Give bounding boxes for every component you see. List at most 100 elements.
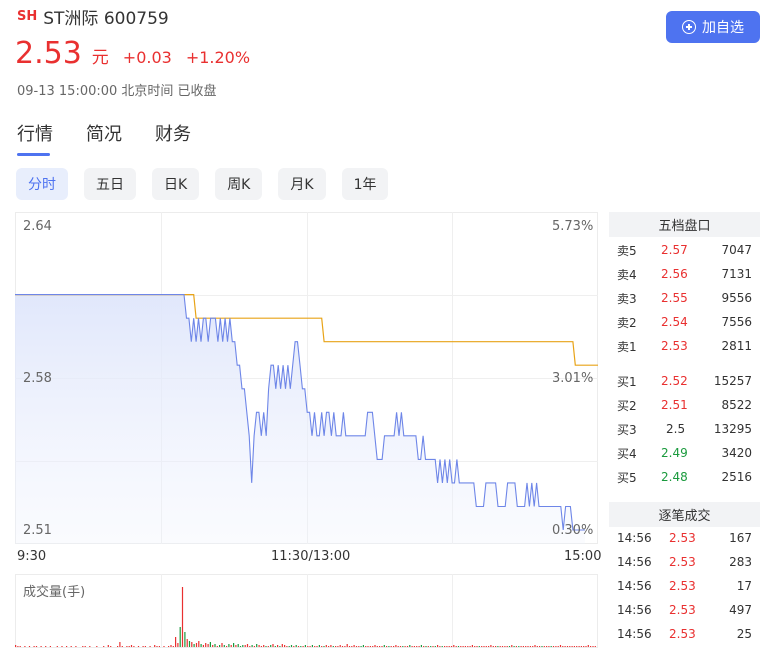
volume-bar (406, 646, 409, 647)
volume-bar (307, 646, 309, 647)
tab-finance[interactable]: 财务 (155, 120, 191, 156)
volume-bar (386, 646, 388, 647)
volume-bar (84, 646, 86, 647)
volume-bar (66, 646, 68, 647)
volume-bar (474, 646, 476, 647)
price-unit: 元 (91, 48, 109, 68)
volume-bar (207, 644, 209, 647)
trade-time: 14:56 (617, 627, 652, 641)
bid-label: 买4 (617, 446, 637, 461)
volume-bar (216, 646, 218, 647)
ask-label: 卖5 (617, 243, 637, 258)
period-daily-k[interactable]: 日K (152, 168, 200, 200)
volume-bar (49, 646, 51, 647)
volume-bar (200, 644, 202, 647)
volume-bar (107, 645, 109, 647)
volume-bar (286, 646, 288, 647)
volume-bar (555, 646, 557, 647)
volume-bar (186, 639, 188, 647)
volume-bar (293, 646, 295, 647)
volume-bar (497, 646, 499, 647)
volume-bar (346, 644, 348, 647)
volume-bar (75, 646, 77, 647)
volume-bar (263, 645, 265, 647)
volume-bar (198, 641, 200, 647)
volume-bar (121, 646, 123, 647)
volume-bar (393, 646, 395, 647)
volume-bar (235, 645, 237, 647)
volume-bar (358, 646, 360, 647)
volume-bar (448, 646, 450, 647)
volume-bar (33, 646, 35, 647)
period-weekly-k[interactable]: 周K (215, 168, 263, 200)
volume-bar (316, 646, 318, 647)
volume-bar (485, 646, 487, 647)
volume-bar (395, 645, 397, 647)
volume-bar (413, 646, 415, 647)
volume-bar (279, 646, 281, 647)
volume-bar (467, 646, 469, 647)
volume-bar (177, 643, 179, 647)
period-intraday[interactable]: 分时 (16, 168, 68, 200)
volume-bar (253, 646, 255, 647)
volume-bar (576, 646, 578, 647)
ask-volume: 7556 (721, 315, 752, 329)
period-monthly-k[interactable]: 月K (278, 168, 326, 200)
plus-circle-icon (682, 20, 696, 34)
tab-quote[interactable]: 行情 (17, 120, 53, 156)
volume-bar (488, 646, 490, 647)
trade-price: 2.53 (669, 603, 696, 617)
volume-bar (585, 646, 587, 647)
ask-row: 卖4 2.56 7131 (609, 262, 760, 286)
volume-bar (388, 646, 390, 647)
bid-row: 买5 2.48 2516 (609, 465, 760, 489)
volume-bar (272, 644, 274, 647)
bid-row: 买1 2.52 15257 (609, 369, 760, 393)
exchange-badge: SH (17, 9, 38, 24)
volume-bar (212, 645, 214, 647)
volume-bar (460, 646, 462, 647)
ask-row: 卖5 2.57 7047 (609, 238, 760, 262)
bid-row: 买2 2.51 8522 (609, 393, 760, 417)
volume-bar (437, 645, 439, 647)
volume-bar (520, 646, 522, 647)
bid-volume: 2516 (721, 470, 752, 484)
intraday-chart[interactable] (15, 212, 598, 544)
main-tabs: 行情 简况 财务 (17, 120, 191, 156)
volume-bar (246, 644, 249, 647)
volume-bar (154, 645, 156, 647)
tab-profile[interactable]: 简况 (86, 120, 122, 156)
volume-bar (45, 646, 47, 647)
volume-bar (573, 646, 575, 647)
volume-bar (119, 642, 121, 647)
period-5day[interactable]: 五日 (84, 168, 136, 200)
add-watchlist-button[interactable]: 加自选 (666, 11, 760, 43)
trade-time: 14:56 (617, 603, 652, 617)
volume-bar (70, 646, 72, 647)
volume-bar (175, 637, 177, 647)
volume-bar (226, 646, 228, 647)
volume-bar (133, 646, 135, 647)
volume-bar (335, 646, 337, 647)
volume-bar (348, 646, 351, 647)
volume-bar (96, 646, 98, 647)
volume-bar (300, 646, 302, 647)
volume-bar (402, 646, 404, 647)
volume-bar (383, 645, 385, 647)
volume-bar (221, 643, 223, 647)
volume-bar (367, 646, 369, 647)
volume-bar (35, 646, 38, 647)
volume-bar (522, 646, 524, 647)
period-1year[interactable]: 1年 (341, 168, 389, 200)
ask-label: 卖4 (617, 267, 637, 282)
bid-row: 买4 2.49 3420 (609, 441, 760, 465)
volume-bar (569, 646, 571, 647)
volume-bar (481, 646, 483, 647)
volume-bar (432, 646, 434, 647)
ask-label: 卖1 (617, 339, 637, 354)
volume-bar (144, 646, 146, 647)
volume-bar (126, 646, 128, 647)
volume-bar (444, 646, 446, 647)
volume-bar (511, 645, 513, 647)
ask-volume: 9556 (721, 291, 752, 305)
